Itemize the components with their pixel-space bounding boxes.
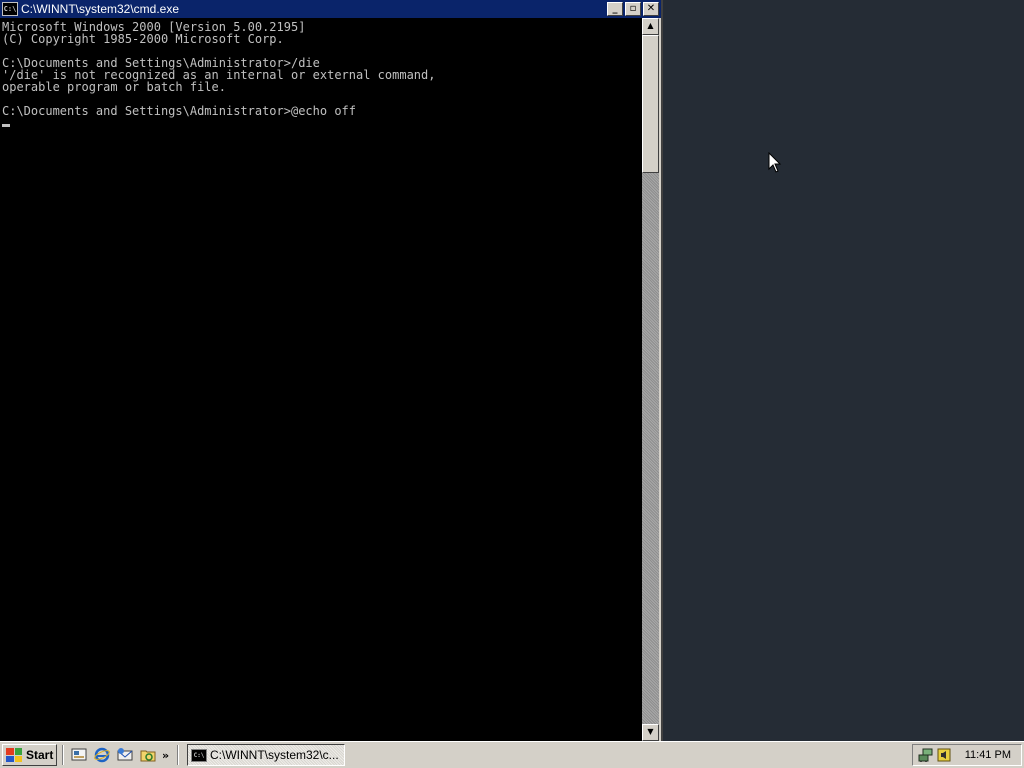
- scroll-up-button[interactable]: ▲: [642, 18, 659, 35]
- taskbar-separator: [62, 745, 64, 765]
- taskbar-cmd-button[interactable]: C:\ C:\WINNT\system32\c...: [187, 744, 345, 766]
- scroll-thumb[interactable]: [642, 35, 659, 173]
- start-button[interactable]: Start: [2, 744, 57, 766]
- cmd-icon: C:\: [191, 748, 207, 762]
- console-line: (C) Copyright 1985-2000 Microsoft Corp.: [2, 32, 284, 46]
- show-desktop-icon[interactable]: [70, 746, 88, 764]
- window-titlebar[interactable]: C:\ C:\WINNT\system32\cmd.exe _ ▫ ✕: [0, 0, 661, 18]
- mouse-pointer-icon: [768, 152, 782, 173]
- console-output[interactable]: Microsoft Windows 2000 [Version 5.00.219…: [0, 18, 642, 741]
- console-line: operable program or batch file.: [2, 80, 226, 94]
- taskbar-separator: [177, 745, 179, 765]
- taskbar-cmd-label: C:\WINNT\system32\c...: [210, 748, 339, 762]
- ie-icon[interactable]: [93, 746, 111, 764]
- taskbar: Start » C:\ C:\WINNT\system32\c... 11:41…: [0, 741, 1024, 768]
- minimize-button[interactable]: _: [607, 2, 623, 16]
- cmd-icon[interactable]: C:\: [2, 2, 18, 16]
- close-button[interactable]: ✕: [643, 2, 659, 16]
- outlook-icon[interactable]: [116, 746, 134, 764]
- quick-launch: »: [70, 746, 172, 764]
- system-tray: 11:41 PM: [912, 744, 1022, 766]
- console-prompt-line[interactable]: [2, 117, 642, 129]
- console-line: C:\Documents and Settings\Administrator>…: [2, 104, 357, 118]
- clock[interactable]: 11:41 PM: [965, 749, 1011, 761]
- start-label: Start: [26, 748, 54, 762]
- volume-icon[interactable]: [936, 747, 952, 763]
- scroll-down-button[interactable]: ▼: [642, 724, 659, 741]
- vertical-scrollbar[interactable]: ▲ ▼: [642, 18, 659, 741]
- restore-button[interactable]: ▫: [625, 2, 641, 16]
- text-cursor: [2, 124, 10, 127]
- quick-launch-more-button[interactable]: »: [162, 749, 172, 762]
- network-icon[interactable]: [918, 747, 934, 763]
- windows-logo-icon: [6, 748, 22, 762]
- console-window[interactable]: C:\ C:\WINNT\system32\cmd.exe _ ▫ ✕ Micr…: [0, 0, 663, 741]
- window-title: C:\WINNT\system32\cmd.exe: [21, 2, 180, 16]
- explorer-icon[interactable]: [139, 746, 157, 764]
